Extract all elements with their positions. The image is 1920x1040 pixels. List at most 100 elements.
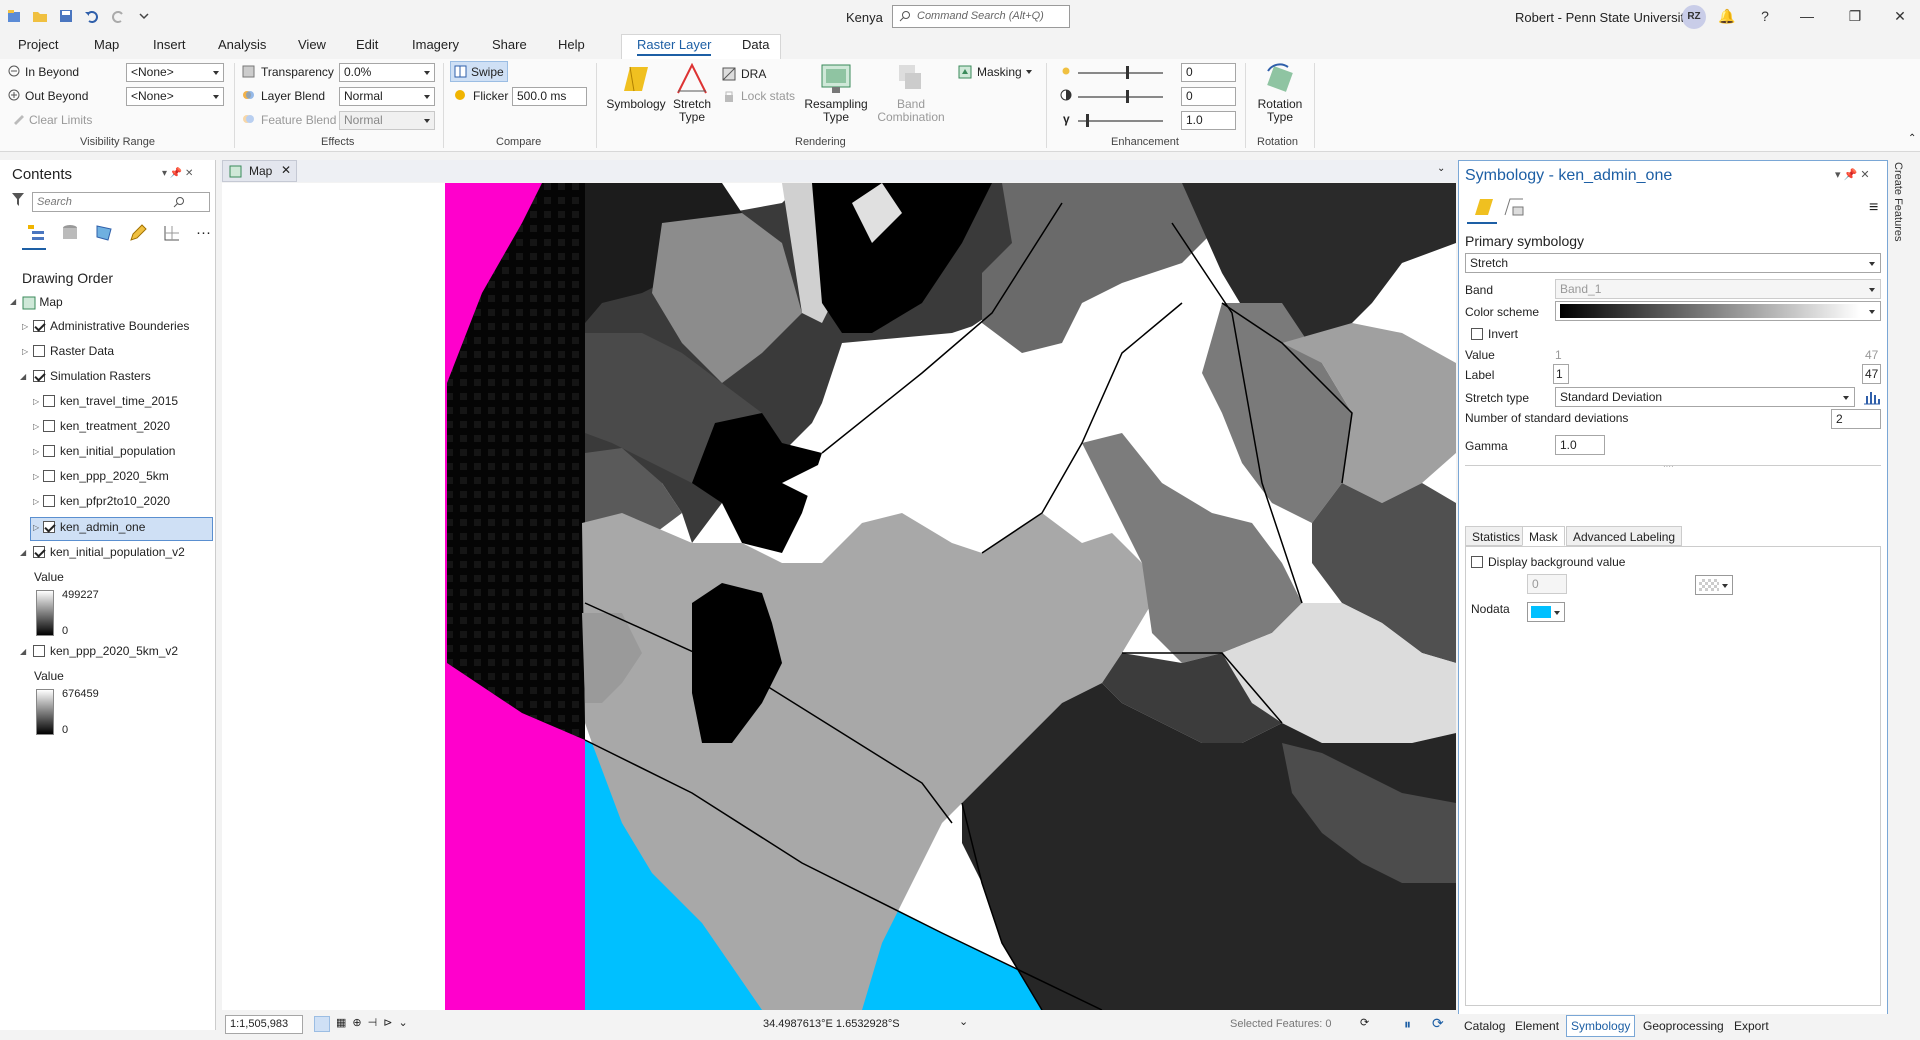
avatar[interactable]: RZ — [1682, 5, 1706, 29]
layer-ken-ppp-2020-5km-v2[interactable]: ken_ppp_2020_5km_v2 — [33, 644, 178, 658]
refresh-icon[interactable]: ⟳ — [1360, 1016, 1369, 1029]
background-color-picker[interactable] — [1695, 575, 1733, 595]
stretch-type-button[interactable]: Stretch Type — [668, 62, 716, 124]
band-combination-button[interactable]: Band Combination — [871, 63, 951, 124]
tab-export[interactable]: Export — [1734, 1019, 1769, 1033]
layer-raster-data[interactable]: Raster Data — [33, 344, 114, 358]
layer-visibility-checkbox[interactable] — [43, 395, 55, 407]
label-max-input[interactable]: 47 — [1862, 364, 1881, 384]
save-icon[interactable] — [58, 8, 74, 24]
customize-qat-icon[interactable] — [136, 8, 152, 24]
collapse-icon[interactable]: ◢ — [20, 372, 26, 381]
stretch-type-select[interactable]: Standard Deviation — [1555, 387, 1855, 407]
tab-symbology[interactable]: Symbology — [1566, 1015, 1636, 1037]
open-folder-icon[interactable] — [32, 8, 48, 24]
layer-ken-ppp-2020-5km[interactable]: ken_ppp_2020_5km — [43, 469, 169, 483]
gamma-input[interactable]: 1.0 — [1555, 435, 1605, 455]
layer-visibility-checkbox[interactable] — [33, 370, 45, 382]
selected-features-count[interactable]: Selected Features: 0 — [1230, 1018, 1332, 1030]
label-min-input[interactable]: 1 — [1553, 364, 1569, 384]
expand-icon[interactable]: ▷ — [33, 472, 39, 481]
expand-icon[interactable]: ▷ — [22, 322, 28, 331]
flicker-rate-input[interactable]: 500.0 ms — [512, 87, 587, 106]
pause-icon[interactable]: ⏸ — [1404, 1016, 1411, 1033]
contrast-slider[interactable] — [1078, 90, 1163, 103]
collapse-icon[interactable]: ◢ — [20, 647, 26, 656]
lock-stats-toggle[interactable]: Lock stats — [741, 89, 795, 103]
tab-project[interactable]: Project — [18, 37, 58, 52]
in-beyond-select[interactable]: <None> — [126, 63, 224, 82]
num-std-input[interactable]: 2 — [1831, 409, 1881, 429]
layer-visibility-checkbox[interactable] — [43, 470, 55, 482]
tab-map[interactable]: Map — [94, 37, 119, 52]
layer-ken-admin-one[interactable]: ken_admin_one — [43, 520, 145, 534]
expand-icon[interactable]: ▷ — [33, 497, 39, 506]
collapse-map-icon[interactable]: ◢ — [10, 297, 16, 306]
clear-limits-button[interactable]: Clear Limits — [29, 113, 92, 127]
create-features-tab[interactable]: Create Features — [1892, 162, 1904, 241]
layer-ken-initial-population-v2[interactable]: ken_initial_population_v2 — [33, 545, 185, 559]
layer-visibility-checkbox[interactable] — [43, 495, 55, 507]
more-options-icon[interactable]: ··· — [196, 223, 211, 243]
ruler-icon[interactable]: ⊣ — [368, 1016, 378, 1032]
tab-map-view[interactable]: Map ✕ — [222, 160, 297, 182]
brightness-slider[interactable] — [1078, 66, 1163, 79]
layer-ken-initial-population[interactable]: ken_initial_population — [43, 444, 175, 458]
refresh-map-icon[interactable]: ⟳ — [1432, 1015, 1444, 1032]
expand-icon[interactable]: ▷ — [33, 422, 39, 431]
masking-dropdown-icon[interactable] — [1026, 70, 1032, 77]
feature-blend-select[interactable]: Normal — [339, 111, 435, 130]
hamburger-menu-icon[interactable]: ≡ — [1869, 199, 1878, 217]
primary-symbology-icon[interactable] — [1473, 197, 1495, 217]
layer-visibility-checkbox[interactable] — [43, 521, 55, 533]
tab-share[interactable]: Share — [492, 37, 527, 52]
histogram-icon[interactable] — [1863, 389, 1881, 405]
nodata-color-picker[interactable] — [1527, 602, 1565, 622]
tab-raster-layer[interactable]: Raster Layer — [637, 37, 712, 56]
redo-icon[interactable] — [110, 8, 126, 24]
layer-visibility-checkbox[interactable] — [33, 645, 45, 657]
restore-icon[interactable]: ❐ — [1845, 6, 1865, 26]
expand-icon[interactable]: ▷ — [22, 347, 28, 356]
invert-checkbox[interactable]: Invert — [1471, 327, 1518, 341]
layer-visibility-checkbox[interactable] — [33, 546, 45, 558]
help-icon[interactable]: ? — [1755, 6, 1775, 26]
tab-analysis[interactable]: Analysis — [218, 37, 266, 52]
gamma-slider[interactable] — [1078, 114, 1163, 127]
layer-ken-travel-time-2015[interactable]: ken_travel_time_2015 — [43, 394, 178, 408]
scale-select[interactable]: 1:1,505,983 — [225, 1015, 303, 1034]
in-beyond-label[interactable]: In Beyond — [25, 65, 79, 79]
expand-icon[interactable]: ▷ — [33, 523, 39, 532]
checkbox[interactable] — [1471, 328, 1483, 340]
out-beyond-select[interactable]: <None> — [126, 87, 224, 106]
layer-ken-pfpr2to10-2020[interactable]: ken_pfpr2to10_2020 — [43, 494, 170, 508]
list-by-snapping-icon[interactable] — [162, 223, 182, 243]
raster-map[interactable] — [222, 183, 1456, 1010]
band-select[interactable]: Band_1 — [1555, 279, 1881, 299]
expand-icon[interactable]: ▷ — [33, 447, 39, 456]
new-project-icon[interactable] — [6, 8, 22, 24]
pane-options-icon[interactable]: ▾ 📌 ✕ — [162, 168, 193, 179]
transparency-input[interactable]: 0.0% — [339, 63, 435, 82]
list-by-selection-icon[interactable] — [94, 223, 114, 243]
contrast-input[interactable]: 0 — [1181, 87, 1236, 106]
fixed-scale-icon[interactable] — [314, 1016, 330, 1032]
layer-visibility-checkbox[interactable] — [33, 320, 45, 332]
tab-data[interactable]: Data — [742, 37, 769, 52]
color-scheme-select[interactable] — [1555, 301, 1881, 321]
snapping-icon[interactable]: ⊕ — [352, 1016, 361, 1032]
tab-insert[interactable]: Insert — [153, 37, 186, 52]
layer-visibility-checkbox[interactable] — [43, 420, 55, 432]
map-view[interactable] — [222, 183, 1456, 1010]
tab-advanced-labeling[interactable]: Advanced Labeling — [1566, 526, 1683, 546]
resampling-type-button[interactable]: Resampling Type — [802, 63, 870, 124]
layer-visibility-checkbox[interactable] — [33, 345, 45, 357]
rotation-type-button[interactable]: Rotation Type — [1252, 63, 1308, 124]
layer-visibility-checkbox[interactable] — [43, 445, 55, 457]
splitter-handle[interactable]: ···· — [1663, 462, 1674, 471]
layer-administrative-bounderies[interactable]: Administrative Bounderies — [33, 319, 189, 333]
tab-mask[interactable]: Mask — [1522, 526, 1565, 546]
pane-options-icon[interactable]: ▾ 📌 ✕ — [1835, 168, 1870, 181]
tab-element[interactable]: Element — [1515, 1019, 1559, 1033]
symbology-button[interactable]: Symbology — [603, 63, 669, 111]
